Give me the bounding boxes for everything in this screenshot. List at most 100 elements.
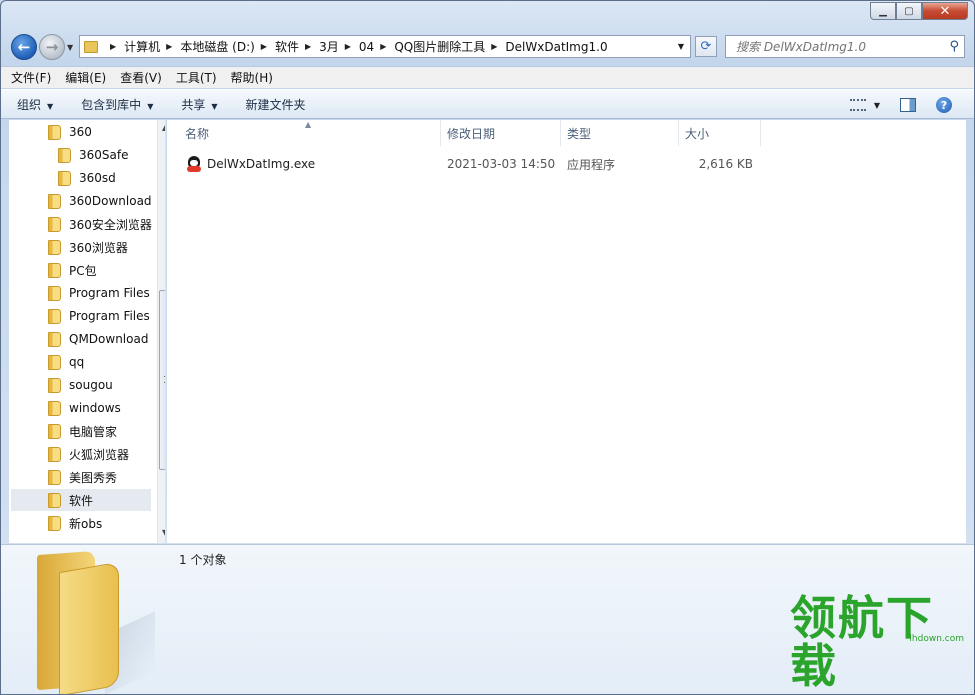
tree-item[interactable]: Program Files	[48, 305, 150, 327]
tree-item[interactable]: QMDownload	[48, 328, 148, 350]
folder-icon	[48, 216, 61, 232]
tree-item[interactable]: 软件	[11, 489, 151, 511]
close-button[interactable]: ✕	[922, 2, 968, 20]
tree-item[interactable]: Program Files	[48, 282, 150, 304]
tree-item[interactable]: 电脑管家	[48, 420, 117, 442]
breadcrumb-item[interactable]: ▶ QQ图片删除工具	[374, 38, 485, 55]
tree-item[interactable]: 360Safe	[58, 144, 128, 166]
tree-item[interactable]: 360浏览器	[48, 236, 128, 258]
breadcrumb-item[interactable]: ▶ 3月	[299, 38, 339, 55]
tree-item[interactable]: 新obs	[48, 512, 102, 534]
folder-icon	[48, 308, 61, 324]
menu-item[interactable]: 帮助(H)	[231, 69, 273, 86]
tree-item[interactable]: 360Download	[48, 190, 152, 212]
file-size: 2,616 KB	[698, 157, 753, 171]
tree-item-label: sougou	[69, 378, 113, 392]
tree-item[interactable]: 360sd	[58, 167, 116, 189]
tree-item-label: 美图秀秀	[69, 470, 118, 485]
tree-item[interactable]: windows	[48, 397, 121, 419]
chevron-down-icon: ▼	[211, 101, 218, 111]
back-button[interactable]: ←	[11, 34, 37, 60]
breadcrumb-label: 3月	[319, 40, 339, 54]
column-type[interactable]: 类型	[561, 120, 679, 146]
recent-pages-dropdown[interactable]: ▼	[67, 43, 73, 52]
breadcrumb-item[interactable]: ▶ 计算机	[104, 38, 160, 55]
breadcrumb-label: 本地磁盘 (D:)	[180, 40, 255, 54]
scroll-thumb[interactable]	[159, 290, 165, 470]
chevron-right-icon[interactable]: ▶	[380, 42, 386, 51]
include-in-library-button[interactable]: 包含到库中 ▼	[81, 96, 153, 113]
tree-item-label: 火狐浏览器	[69, 447, 130, 462]
file-list: 名称 ▲ 修改日期 类型 大小 DelWxDatImg.exe 2021-03-0…	[167, 120, 966, 543]
include-in-library-label: 包含到库中	[81, 97, 142, 112]
preview-pane-icon[interactable]	[900, 98, 916, 112]
minimize-button[interactable]: ▁	[870, 2, 896, 20]
address-dropdown-icon[interactable]: ▼	[678, 42, 684, 51]
arrow-left-icon: ←	[17, 38, 31, 56]
tree-item[interactable]: 360安全浏览器	[48, 213, 152, 235]
menu-item[interactable]: 文件(F)	[11, 69, 51, 86]
refresh-icon: ⟳	[700, 39, 712, 54]
view-options-dropdown[interactable]: ▼	[874, 101, 880, 110]
folder-icon	[48, 515, 61, 531]
search-icon[interactable]: ⚲	[949, 39, 959, 54]
search-input[interactable]	[736, 39, 936, 54]
details-pane: 1 个对象 lhdown.com 领航下载	[1, 544, 974, 694]
menu-item[interactable]: 工具(T)	[176, 69, 217, 86]
folder-icon	[58, 170, 71, 186]
explorer-window: ▁ ▢ ✕ ← → ▼ ▶ 计算机 ▶ 本地磁盘 (D:) ▶ 软件 ▶ 3月 ▶ 04 ▶ QQ图片…	[0, 0, 975, 695]
menu-item[interactable]: 查看(V)	[120, 69, 162, 86]
item-count: 1 个对象	[179, 553, 227, 567]
breadcrumb-item[interactable]: ▶ DelWxDatImg1.0	[485, 40, 607, 54]
file-name: DelWxDatImg.exe	[207, 157, 316, 171]
address-bar[interactable]: ▶ 计算机 ▶ 本地磁盘 (D:) ▶ 软件 ▶ 3月 ▶ 04 ▶ QQ图片删除工具 ▶ DelWxDa…	[79, 35, 691, 58]
chevron-right-icon[interactable]: ▶	[110, 42, 116, 51]
search-box[interactable]: ⚲	[725, 35, 965, 58]
chevron-right-icon[interactable]: ▶	[491, 42, 497, 51]
folder-preview-icon	[37, 550, 157, 694]
breadcrumb-item[interactable]: ▶ 本地磁盘 (D:)	[160, 38, 255, 55]
scroll-down-icon[interactable]: ▼	[162, 528, 165, 537]
folder-icon	[58, 147, 71, 163]
folder-icon	[84, 40, 98, 53]
folder-icon	[48, 492, 61, 508]
scroll-up-icon[interactable]: ▲	[162, 123, 165, 132]
command-bar: 组织 ▼ 包含到库中 ▼ 共享 ▼ 新建文件夹 ▼ ?	[1, 89, 974, 119]
view-details-icon[interactable]	[849, 99, 866, 111]
chevron-down-icon: ▼	[47, 101, 54, 111]
file-type: 应用程序	[567, 157, 616, 172]
nav-scrollbar[interactable]: ▲ ▼	[157, 120, 165, 543]
tree-item[interactable]: PC包	[48, 259, 97, 281]
breadcrumb-item[interactable]: ▶ 软件	[255, 38, 299, 55]
tree-item-label: Program Files	[69, 309, 150, 323]
chevron-right-icon[interactable]: ▶	[166, 42, 172, 51]
tree-item-label: windows	[69, 401, 121, 415]
chevron-right-icon[interactable]: ▶	[305, 42, 311, 51]
breadcrumb-label: QQ图片删除工具	[394, 40, 486, 54]
breadcrumb-item[interactable]: ▶ 04	[339, 40, 374, 54]
tree-item-label: qq	[69, 355, 85, 369]
chevron-right-icon[interactable]: ▶	[261, 42, 267, 51]
column-modified[interactable]: 修改日期	[441, 120, 561, 146]
refresh-button[interactable]: ⟳	[695, 36, 717, 57]
maximize-button[interactable]: ▢	[896, 2, 922, 20]
folder-icon	[48, 193, 61, 209]
tree-item[interactable]: 美图秀秀	[48, 466, 117, 488]
folder-icon	[48, 446, 61, 462]
tree-item[interactable]: 360	[48, 121, 92, 143]
tree-item[interactable]: qq	[48, 351, 84, 373]
forward-button[interactable]: →	[39, 34, 65, 60]
menu-item[interactable]: 编辑(E)	[65, 69, 106, 86]
chevron-right-icon[interactable]: ▶	[345, 42, 351, 51]
organize-button[interactable]: 组织 ▼	[17, 96, 53, 113]
help-icon[interactable]: ?	[936, 97, 952, 113]
share-button[interactable]: 共享 ▼	[181, 96, 217, 113]
tree-item[interactable]: 火狐浏览器	[48, 443, 129, 465]
column-size[interactable]: 大小	[679, 120, 761, 146]
tree-item[interactable]: sougou	[48, 374, 113, 396]
new-folder-label: 新建文件夹	[245, 97, 306, 112]
file-row[interactable]: DelWxDatImg.exe 2021-03-03 14:50 应用程序 2,616…	[167, 153, 807, 175]
folder-icon	[48, 400, 61, 416]
sort-ascending-icon: ▲	[305, 120, 312, 129]
new-folder-button[interactable]: 新建文件夹	[246, 96, 306, 113]
